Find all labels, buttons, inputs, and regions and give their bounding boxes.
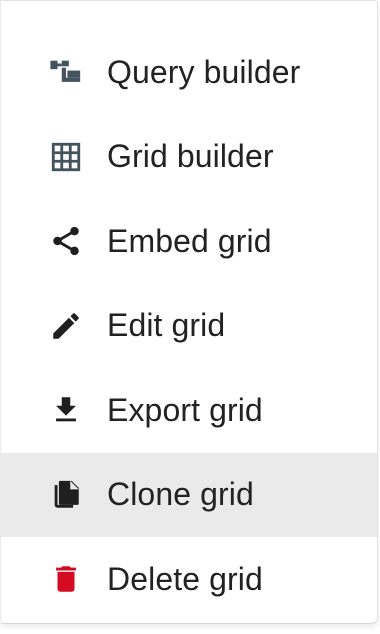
copy-icon: [49, 478, 83, 512]
trash-icon: [49, 562, 83, 596]
pencil-icon: [49, 309, 83, 343]
menu-item-label: Export grid: [107, 391, 263, 428]
menu-item-export-grid[interactable]: Export grid: [1, 368, 377, 453]
grid-actions-menu: Query builder Grid builder Embed grid Ed…: [0, 0, 378, 624]
menu-item-delete-grid[interactable]: Delete grid: [1, 537, 377, 622]
menu-item-label: Edit grid: [107, 307, 226, 344]
menu-item-grid-builder[interactable]: Grid builder: [1, 115, 377, 200]
menu-item-clone-grid[interactable]: Clone grid: [1, 452, 377, 537]
menu-item-query-builder[interactable]: Query builder: [1, 30, 377, 115]
menu-item-label: Clone grid: [107, 476, 254, 513]
share-icon: [49, 224, 83, 258]
query-builder-icon: [49, 55, 83, 89]
menu-item-label: Grid builder: [107, 138, 274, 175]
menu-item-label: Query builder: [107, 53, 301, 90]
menu-item-label: Delete grid: [107, 560, 263, 597]
menu-item-embed-grid[interactable]: Embed grid: [1, 199, 377, 284]
grid-icon: [49, 140, 83, 174]
download-icon: [49, 393, 83, 427]
menu-item-label: Embed grid: [107, 222, 272, 259]
menu-item-edit-grid[interactable]: Edit grid: [1, 284, 377, 369]
